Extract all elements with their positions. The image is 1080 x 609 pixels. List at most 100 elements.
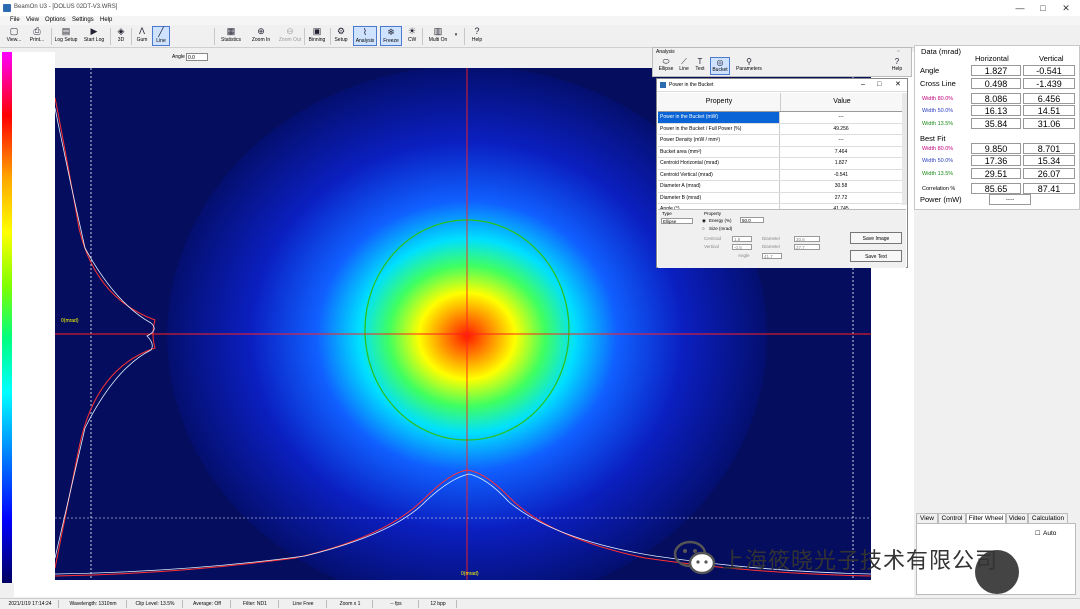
help-button[interactable]: ? Help (468, 26, 486, 46)
print-button[interactable]: ⎙ Print... (26, 26, 48, 46)
view-button[interactable]: ▢ View... (4, 26, 24, 46)
line-tool-button[interactable]: ⟋ Line (677, 57, 691, 75)
parameters-button[interactable]: ⚲ Parameters (733, 57, 765, 75)
analysis-help-button[interactable]: ? Help (889, 57, 905, 75)
toolbar-separator (422, 28, 423, 45)
binning-button[interactable]: ▣ Binning (306, 26, 328, 46)
status-bar: 2021/1/19 17:14:24 Wavelength: 1310nm Cl… (0, 598, 1080, 609)
size-radio[interactable]: ○ (702, 226, 705, 231)
tab-view[interactable]: View (916, 513, 938, 523)
centroid-v-input[interactable]: -0.5 (732, 244, 752, 250)
multi-on-dropdown[interactable]: ▾ (452, 26, 460, 46)
tab-calculation[interactable]: Calculation (1028, 513, 1068, 523)
menu-file[interactable]: File (10, 17, 20, 23)
tab-video[interactable]: Video (1006, 513, 1028, 523)
cw-button[interactable]: ☀ CW (404, 26, 420, 46)
zoom-in-button[interactable]: ⊕ Zoom In (248, 26, 274, 46)
diameter-b-input[interactable]: 27.7 (794, 244, 820, 250)
pib-maximize-button[interactable]: □ (877, 79, 881, 91)
data-vertical-value: 31.06 (1023, 117, 1075, 129)
text-icon: T (697, 57, 703, 66)
angle-label: Angle (172, 54, 185, 60)
analysis-icon: ⌇ (362, 27, 368, 37)
centroid-h-input[interactable]: 1.8 (732, 236, 752, 242)
3d-button[interactable]: ◈ 3D (113, 26, 129, 46)
ellipse-button[interactable]: ⬭ Ellipse (657, 57, 675, 75)
angle-input[interactable]: 0.0 (186, 53, 208, 61)
parameters-label: Parameters (736, 66, 762, 72)
type-select[interactable]: Ellipse (661, 218, 693, 224)
analysis-label: Analysis (355, 38, 375, 44)
pib-scrollbar[interactable] (902, 93, 907, 205)
power-value: ----- (989, 194, 1031, 205)
pib-value: 1.827 (834, 160, 848, 166)
zoom-out-icon: ⊖ (286, 26, 294, 36)
menu-options[interactable]: Options (45, 17, 66, 23)
analysis-button[interactable]: ⌇ Analysis (353, 26, 377, 46)
data-panel: Data (mrad) Horizontal Vertical Angle 1.8… (914, 45, 1080, 210)
diameter-a-input[interactable]: 30.6 (794, 236, 820, 242)
size-label: Size (mrad) (709, 226, 733, 231)
binning-icon: ▣ (312, 26, 322, 36)
pib-col-property: Property (658, 93, 781, 111)
status-wavelength: Wavelength: 1310nm (60, 600, 127, 608)
profile-margin-bottom (14, 580, 871, 597)
tab-filter-wheel[interactable]: Filter Wheel (966, 513, 1006, 523)
table-row[interactable]: Centroid Horizontal (mrad) 1.827 (658, 158, 904, 170)
data-horizontal-value: 29.51 (971, 167, 1021, 179)
maximize-button[interactable]: □ (1033, 2, 1053, 14)
pib-property: Power Density (mW / mm²) (658, 135, 780, 146)
start-log-label: Start Log (83, 37, 105, 43)
statistics-button[interactable]: ▦ Statistics (218, 26, 244, 46)
log-setup-button[interactable]: ▤ Log Setup (54, 26, 78, 46)
energy-input[interactable]: 50.0 (740, 217, 764, 223)
line-button[interactable]: ╱ Line (152, 26, 170, 46)
data-row-label: Width 80.0% (922, 95, 954, 102)
data-row-label: Width 80.0% (922, 145, 954, 152)
menu-settings[interactable]: Settings (72, 17, 94, 23)
text-label: Text (695, 66, 705, 72)
table-row[interactable]: Power Density (mW / mm²) --- (658, 135, 904, 147)
status-zoom: Zoom x 1 (328, 600, 373, 608)
pib-controls: Type Ellipse Property ◉ Energy (%) 50.0 … (658, 209, 906, 268)
text-button[interactable]: T Text (693, 57, 707, 75)
save-image-button[interactable]: Save Image (850, 232, 902, 244)
table-row[interactable]: Power in the Bucket (mW) --- (658, 112, 904, 124)
data-vertical-value: 14.51 (1023, 105, 1075, 116)
3d-icon: ◈ (117, 26, 125, 36)
auto-checkbox[interactable]: ☐ (1035, 530, 1040, 537)
freeze-button[interactable]: ❄ Freeze (380, 26, 402, 46)
power-label: Power (mW) (920, 195, 962, 204)
gum-button[interactable]: Λ Gum (134, 26, 150, 46)
freeze-icon: ❄ (387, 27, 395, 37)
save-text-button[interactable]: Save Text (850, 250, 902, 262)
analysis-close-icon[interactable]: ▫ (897, 48, 899, 55)
data-row-label: Width 13.5% (922, 170, 954, 177)
pib-close-button[interactable]: ✕ (895, 79, 901, 91)
setup-button[interactable]: ⚙ Setup (332, 26, 350, 46)
table-row[interactable]: Centroid Vertical (mrad) -0.541 (658, 169, 904, 181)
zoom-out-button[interactable]: ⊖ Zoom Out (276, 26, 304, 46)
pib-app-icon (660, 82, 666, 88)
table-row[interactable]: Diameter B (mrad) 27.72 (658, 192, 904, 204)
pib-angle-input[interactable]: 41.7 (762, 253, 782, 259)
status-datetime: 2021/1/19 17:14:24 (2, 600, 59, 608)
multi-on-button[interactable]: ▥ Multi On (426, 26, 450, 46)
table-row[interactable]: Power in the Bucket / Full Power (%) 49.2… (658, 123, 904, 135)
minimize-button[interactable]: — (1010, 2, 1030, 14)
energy-radio[interactable]: ◉ (702, 218, 706, 224)
menu-help[interactable]: Help (100, 17, 112, 23)
line-label: Line (156, 38, 166, 44)
bucket-button[interactable]: ◎ Bucket (710, 57, 730, 75)
table-row[interactable]: Bucket area (mm²) 7.464 (658, 146, 904, 158)
pib-minimize-button[interactable]: – (861, 79, 865, 91)
close-button[interactable]: ✕ (1056, 2, 1076, 14)
setup-label: Setup (334, 37, 348, 43)
table-row[interactable]: Diameter A (mrad) 30.58 (658, 181, 904, 193)
tab-control[interactable]: Control (938, 513, 966, 523)
data-col-horizontal: Horizontal (975, 54, 1009, 63)
pib-value: 30.58 (834, 183, 848, 189)
data-vertical-value: 8.701 (1023, 142, 1075, 154)
start-log-button[interactable]: ▶ Start Log (82, 26, 106, 46)
menu-view[interactable]: View (26, 17, 39, 23)
